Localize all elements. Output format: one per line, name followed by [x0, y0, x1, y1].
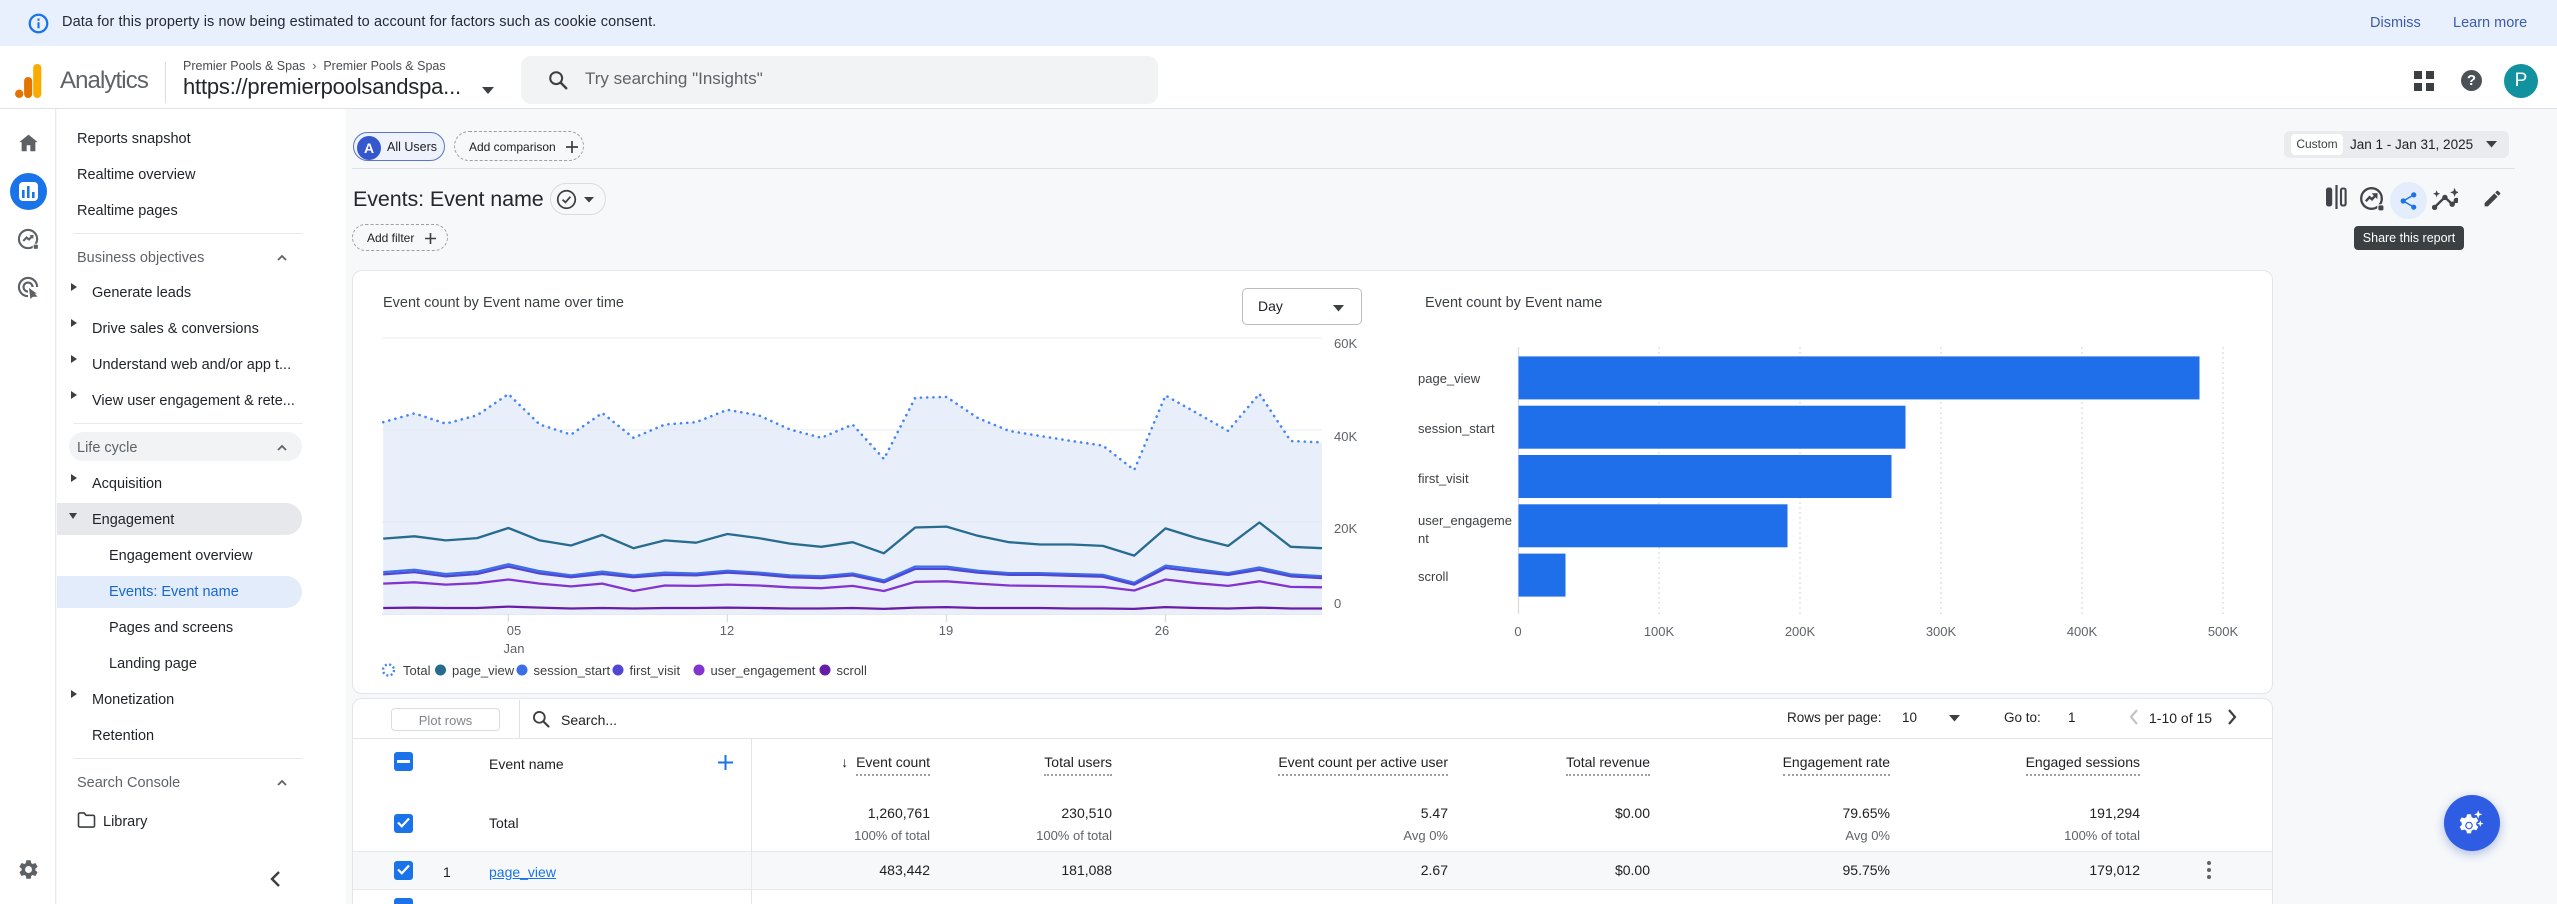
svg-text:0: 0	[1514, 624, 1521, 639]
svg-text:20K: 20K	[1334, 521, 1357, 536]
svg-text:200K: 200K	[1785, 624, 1816, 639]
svg-text:nt: nt	[1418, 531, 1429, 546]
svg-text:19: 19	[939, 623, 953, 638]
svg-text:scroll: scroll	[1418, 569, 1448, 584]
svg-text:user_engageme: user_engageme	[1418, 513, 1512, 528]
svg-text:05: 05	[507, 623, 521, 638]
svg-text:Total: Total	[403, 663, 431, 678]
svg-text:page_view: page_view	[452, 663, 515, 678]
svg-text:first_visit: first_visit	[630, 663, 681, 678]
svg-text:26: 26	[1155, 623, 1169, 638]
svg-text:page_view: page_view	[1418, 371, 1481, 386]
svg-text:Jan: Jan	[504, 641, 525, 656]
svg-text:0: 0	[1334, 596, 1341, 611]
svg-text:session_start: session_start	[1418, 421, 1495, 436]
svg-text:session_start: session_start	[534, 663, 611, 678]
svg-text:first_visit: first_visit	[1418, 471, 1469, 486]
svg-text:40K: 40K	[1334, 429, 1357, 444]
svg-text:12: 12	[720, 623, 734, 638]
svg-text:60K: 60K	[1334, 336, 1357, 351]
svg-text:user_engagement: user_engagement	[711, 663, 816, 678]
svg-text:500K: 500K	[2208, 624, 2239, 639]
svg-text:100K: 100K	[1644, 624, 1675, 639]
svg-text:300K: 300K	[1926, 624, 1957, 639]
svg-text:400K: 400K	[2067, 624, 2098, 639]
svg-text:scroll: scroll	[837, 663, 867, 678]
